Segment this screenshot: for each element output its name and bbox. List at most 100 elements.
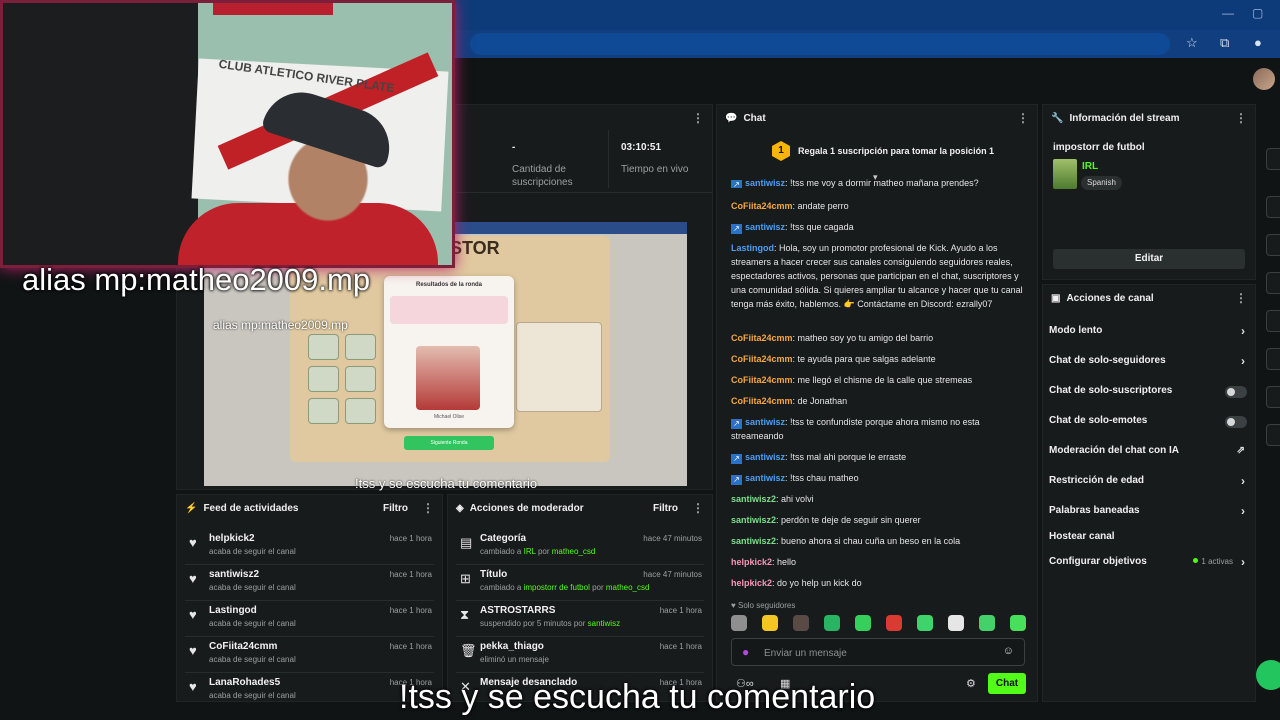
- chat-input-box[interactable]: ● ☺: [731, 638, 1025, 666]
- stream-info-menu-icon[interactable]: ⋮: [1235, 111, 1247, 125]
- chat-username[interactable]: CoFiita24cmm: [731, 333, 793, 343]
- list-item: ♥ Lastingod acaba de seguir el canal hac…: [185, 601, 434, 637]
- chat-message: santiwisz2: ahi volvi: [731, 494, 814, 504]
- goals-row[interactable]: Configurar objetivos 1 activas ›: [1049, 551, 1251, 573]
- list-item-name[interactable]: Lastingod: [209, 605, 257, 616]
- rail-button[interactable]: [1266, 272, 1280, 294]
- slow-mode-row[interactable]: Modo lento ›: [1049, 320, 1251, 342]
- user-badge-icon: ↗: [731, 454, 742, 464]
- rail-button[interactable]: [1266, 386, 1280, 408]
- activity-feed-title: Feed de actividades: [203, 502, 299, 514]
- mic-icon[interactable]: ●: [742, 645, 749, 659]
- emote[interactable]: [886, 615, 902, 631]
- rail-button[interactable]: [1266, 234, 1280, 256]
- list-item-name[interactable]: LanaRohades5: [209, 677, 280, 688]
- list-item-sub: cambiado a IRL por matheo_csd: [480, 547, 596, 556]
- chat-message: santiwisz2: perdón te deje de seguir sin…: [731, 515, 921, 525]
- round-result-card: Resultados de la ronda Michael Olise: [384, 276, 514, 428]
- user-badge-icon: ↗: [731, 419, 742, 429]
- emote[interactable]: [979, 615, 995, 631]
- rail-button[interactable]: [1266, 196, 1280, 218]
- profile-icon[interactable]: ●: [1254, 35, 1262, 50]
- emote[interactable]: [793, 615, 809, 631]
- chat-username[interactable]: helpkick2: [731, 557, 772, 567]
- category-link[interactable]: IRL: [1082, 161, 1098, 172]
- rail-button[interactable]: [1266, 148, 1280, 170]
- emoji-icon[interactable]: ☺: [1003, 645, 1014, 657]
- chat-username[interactable]: CoFiita24cmm: [731, 396, 793, 406]
- trash-icon: 🗑: [460, 643, 477, 658]
- emote[interactable]: [762, 615, 778, 631]
- chat-username[interactable]: santiwisz: [745, 452, 785, 462]
- activity-menu-icon[interactable]: ⋮: [422, 501, 434, 515]
- subs-only-toggle[interactable]: [1225, 386, 1247, 398]
- chat-menu-icon[interactable]: ⋮: [1017, 111, 1029, 125]
- ai-moderation-row[interactable]: Moderación del chat con IA ⇗: [1049, 440, 1251, 462]
- chat-username[interactable]: santiwisz: [745, 417, 785, 427]
- stream-panel-menu-icon[interactable]: ⋮: [692, 111, 704, 125]
- chat-username[interactable]: CoFiita24cmm: [731, 201, 793, 211]
- stream-title: impostorr de futbol: [1053, 142, 1145, 153]
- chat-username[interactable]: Lastingod: [731, 243, 774, 253]
- shield-icon: ◈: [456, 502, 464, 514]
- channel-actions-menu-icon[interactable]: ⋮: [1235, 291, 1247, 305]
- chat-username[interactable]: santiwisz2: [731, 494, 776, 504]
- emote[interactable]: [731, 615, 747, 631]
- maximize-icon[interactable]: ▢: [1252, 6, 1263, 20]
- mod-menu-icon[interactable]: ⋮: [692, 501, 704, 515]
- followers-only-row[interactable]: Chat de solo-seguidores ›: [1049, 350, 1251, 372]
- emotes-only-toggle[interactable]: [1225, 416, 1247, 428]
- chat-message: CoFiita24cmm: andate perro: [731, 201, 849, 211]
- chat-title: Chat: [743, 112, 766, 124]
- chat-text: !tss me voy a dormir matheo mañana prend…: [790, 178, 979, 188]
- chat-message: ↗ santiwisz: !tss me voy a dormir matheo …: [731, 178, 1029, 188]
- host-channel-row[interactable]: Hostear canal: [1049, 526, 1251, 548]
- list-item-sub: acaba de seguir el canal: [209, 583, 296, 592]
- avatar[interactable]: [1253, 68, 1275, 90]
- chat-username[interactable]: santiwisz2: [731, 536, 776, 546]
- chat-username[interactable]: santiwisz: [745, 178, 785, 188]
- edit-stream-button[interactable]: Editar: [1053, 249, 1245, 269]
- list-item: ▤ Categoría cambiado a IRL por matheo_cs…: [456, 529, 704, 565]
- pinned-gift-banner[interactable]: 1 Regala 1 suscripción para tomar la pos…: [718, 130, 1038, 174]
- extensions-icon[interactable]: ⧉: [1220, 35, 1229, 51]
- emote[interactable]: [948, 615, 964, 631]
- list-item-sub: suspendido por 5 minutos por santiwisz: [480, 619, 621, 628]
- address-bar[interactable]: [470, 33, 1170, 55]
- chat-username[interactable]: CoFiita24cmm: [731, 354, 793, 364]
- chat-username[interactable]: santiwisz: [745, 473, 785, 483]
- rail-button[interactable]: [1266, 424, 1280, 446]
- banned-words-row[interactable]: Palabras baneadas ›: [1049, 500, 1251, 522]
- emote[interactable]: [855, 615, 871, 631]
- chat-username[interactable]: helpkick2: [731, 578, 772, 588]
- activity-filter-button[interactable]: Filtro: [383, 503, 408, 514]
- subs-only-row: Chat de solo-suscriptores: [1049, 380, 1251, 402]
- rail-button[interactable]: [1266, 310, 1280, 332]
- minimize-icon[interactable]: —: [1222, 6, 1234, 20]
- chat-username[interactable]: santiwisz2: [731, 515, 776, 525]
- list-item-sub: acaba de seguir el canal: [209, 655, 296, 664]
- chevron-right-icon: ›: [1241, 324, 1245, 338]
- chat-text: me llegó el chisme de la calle que strem…: [797, 375, 973, 385]
- send-chat-button[interactable]: Chat: [988, 673, 1026, 694]
- list-item-name[interactable]: santiwisz2: [209, 569, 259, 580]
- age-restriction-row[interactable]: Restricción de edad ›: [1049, 470, 1251, 492]
- emote[interactable]: [824, 615, 840, 631]
- help-fab-button[interactable]: [1256, 660, 1280, 690]
- chat-message-input[interactable]: [764, 645, 994, 661]
- rail-button[interactable]: [1266, 348, 1280, 370]
- chevron-right-icon: ›: [1241, 354, 1245, 368]
- bookmark-star-icon[interactable]: ☆: [1186, 35, 1198, 51]
- list-item-name[interactable]: helpkick2: [209, 533, 255, 544]
- chat-username[interactable]: CoFiita24cmm: [731, 375, 793, 385]
- emote[interactable]: [1010, 615, 1026, 631]
- mod-filter-button[interactable]: Filtro: [653, 503, 678, 514]
- list-item-name[interactable]: CoFiita24cmm: [209, 641, 277, 652]
- list-item-sub: cambiado a impostorr de futbol por mathe…: [480, 583, 650, 592]
- emote[interactable]: [917, 615, 933, 631]
- chat-message: CoFiita24cmm: te ayuda para que salgas a…: [731, 354, 936, 364]
- chat-username[interactable]: santiwisz: [745, 222, 785, 232]
- live-time-label: Tiempo en vivo: [621, 164, 689, 175]
- list-item: ⧗ ASTROSTARRS suspendido por 5 minutos p…: [456, 601, 704, 637]
- gear-icon[interactable]: ⚙: [966, 677, 976, 690]
